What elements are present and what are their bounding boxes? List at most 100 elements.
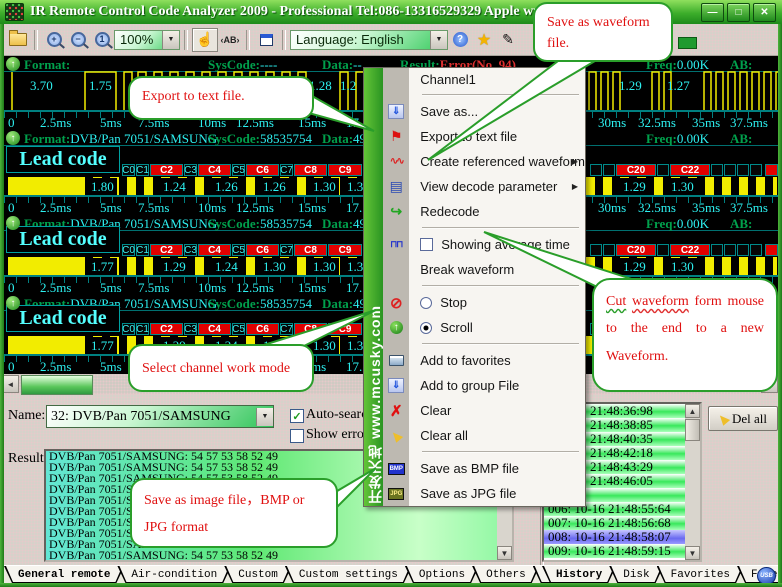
language-combo[interactable]: Language: English ▼ (290, 30, 448, 50)
menu-item[interactable]: Redecode (383, 199, 585, 224)
channel-up-icon[interactable]: ↑ (6, 131, 20, 145)
open-file-button[interactable] (6, 29, 30, 51)
history-vscrollbar[interactable]: ▲ ▼ (685, 404, 700, 560)
tab[interactable]: Custom (224, 566, 292, 583)
menu-item[interactable] (383, 448, 585, 456)
tab[interactable]: General remote (4, 566, 124, 583)
scroll-left-button[interactable]: ◄ (2, 375, 19, 393)
window-control-button[interactable]: — (701, 3, 724, 22)
axis-tick-label: 17. (346, 115, 362, 131)
measure-ab-button[interactable]: ‹AB› (218, 29, 242, 51)
menu-item[interactable] (383, 224, 585, 232)
menu-item[interactable]: Channel1 (383, 68, 585, 91)
show-error-checkbox[interactable] (290, 429, 304, 443)
remote-name-combo[interactable]: 32: DVB/Pan 7051/SAMSUNG ▼ (46, 405, 274, 428)
menu-item-label: Clear all (420, 428, 468, 443)
pulse-width-label: 1.75 (89, 78, 112, 94)
menu-item[interactable] (383, 91, 585, 99)
history-row[interactable]: 009: 10-16 21:48:59:15 (544, 544, 700, 558)
bit-cell: C0 (122, 244, 135, 256)
del-all-button[interactable]: Del all (708, 406, 778, 431)
scroll-down-button[interactable]: ▼ (685, 546, 700, 560)
menu-item-label: Scroll (440, 320, 473, 335)
zoom-level-combo[interactable]: 100% ▼ (114, 30, 180, 50)
axis-tick-label: 2.5ms (40, 115, 71, 131)
info-label: Freq: (646, 131, 677, 146)
zoom-combo-dropdown-icon[interactable]: ▼ (162, 31, 179, 49)
zoom-out-button[interactable] (66, 29, 90, 51)
menu-item[interactable]: Export to text file (383, 124, 585, 149)
menu-item-icon (383, 68, 409, 91)
history-row[interactable]: 008: 10-16 21:48:58:07 (544, 530, 700, 544)
menu-item-mark[interactable] (420, 322, 440, 334)
bit-cell (603, 244, 615, 256)
tab[interactable]: Custom settings (285, 566, 412, 583)
menu-item[interactable]: Showing average time (383, 232, 585, 257)
scroll-up-button[interactable]: ▲ (685, 404, 700, 418)
menu-item-mark[interactable] (420, 297, 440, 309)
window-view-button[interactable] (254, 29, 278, 51)
tab[interactable]: History (542, 566, 616, 583)
language-combo-dropdown-icon[interactable]: ▼ (430, 31, 447, 49)
favorites-button[interactable]: ★ (472, 29, 496, 51)
auto-search-checkbox[interactable]: ✓ (290, 409, 304, 423)
window-control-button[interactable]: □ (727, 3, 750, 22)
bit-cell: C6 (246, 164, 279, 176)
menu-item[interactable]: Save as BMP file (383, 456, 585, 481)
callout-text: Save as image file，BMP or JPG format (144, 493, 304, 535)
pen-tool-button[interactable]: ✎ (496, 29, 520, 51)
menu-item[interactable]: Clear all (383, 423, 585, 448)
axis-tick-label: 35ms (692, 200, 720, 216)
broom-icon (717, 412, 730, 425)
info-pair: Format:DVB/Pan 7051/SAMSUNG (24, 131, 217, 147)
name-combo-dropdown-icon[interactable]: ▼ (256, 408, 273, 426)
help-button[interactable]: ? (448, 29, 472, 51)
menu-item[interactable]: Scroll (383, 315, 585, 340)
channel-up-icon[interactable]: ↑ (6, 296, 20, 310)
axis-tick-label: 30ms (598, 115, 626, 131)
bit-cell: C7 (280, 323, 293, 335)
menu-item[interactable]: Create referenced waveform ▶ (383, 149, 585, 174)
channel-up-icon[interactable]: ↑ (6, 216, 20, 230)
menu-item[interactable]: Stop (383, 290, 585, 315)
tab[interactable]: Others (472, 566, 540, 583)
menu-item-mark[interactable] (420, 238, 441, 251)
menu-item[interactable]: Add to favorites (383, 348, 585, 373)
menu-item[interactable]: Add to group File (383, 373, 585, 398)
menu-item[interactable] (383, 340, 585, 348)
pulse-width-label: 1.26 (260, 178, 289, 196)
bit-cell (750, 164, 762, 176)
menu-item-label: Add to group File (420, 378, 519, 393)
menu-item[interactable]: Save as JPG file (383, 481, 585, 506)
tab[interactable]: Options (405, 566, 479, 583)
menu-item[interactable]: View decode parameter ▶ (383, 174, 585, 199)
submenu-arrow-icon: ▶ (572, 182, 578, 191)
tab-label: Options (419, 569, 465, 581)
menu-item[interactable]: Break waveform (383, 257, 585, 282)
result-row[interactable]: DVB/Pan 7051/SAMSUNG: 54 57 53 58 52 49 (46, 550, 512, 561)
tab[interactable]: Disk (609, 566, 663, 583)
menu-item[interactable] (383, 282, 585, 290)
tab[interactable]: Favorites (657, 566, 744, 583)
menu-item[interactable]: Save as... (383, 99, 585, 124)
zoom-one-button[interactable] (90, 29, 114, 51)
menu-item[interactable]: Clear (383, 398, 585, 423)
scrollbar-thumb[interactable] (21, 375, 93, 395)
menu-item-body: Save as BMP file (409, 456, 585, 481)
hand-tool-button[interactable]: ☝ (192, 28, 218, 52)
star-icon: ★ (477, 30, 491, 50)
bit-cell (657, 164, 669, 176)
zoom-in-button[interactable] (42, 29, 66, 51)
info-label: SysCode: (208, 216, 260, 231)
axis-tick-label: 0 (8, 359, 15, 375)
scroll-down-button[interactable]: ▼ (497, 546, 512, 560)
scrollbar-thumb[interactable] (685, 419, 700, 441)
tab[interactable]: Air-condition (117, 566, 231, 583)
info-value: 58535754 (260, 216, 312, 231)
channel-up-icon[interactable]: ↑ (6, 57, 20, 71)
history-row[interactable]: 007: 10-16 21:48:56:68 (544, 516, 700, 530)
axis-tick-label: 32.5ms (638, 115, 676, 131)
window-control-button[interactable]: ✕ (753, 3, 776, 22)
bit-cell (765, 164, 778, 176)
info-label: SysCode: (208, 296, 260, 311)
